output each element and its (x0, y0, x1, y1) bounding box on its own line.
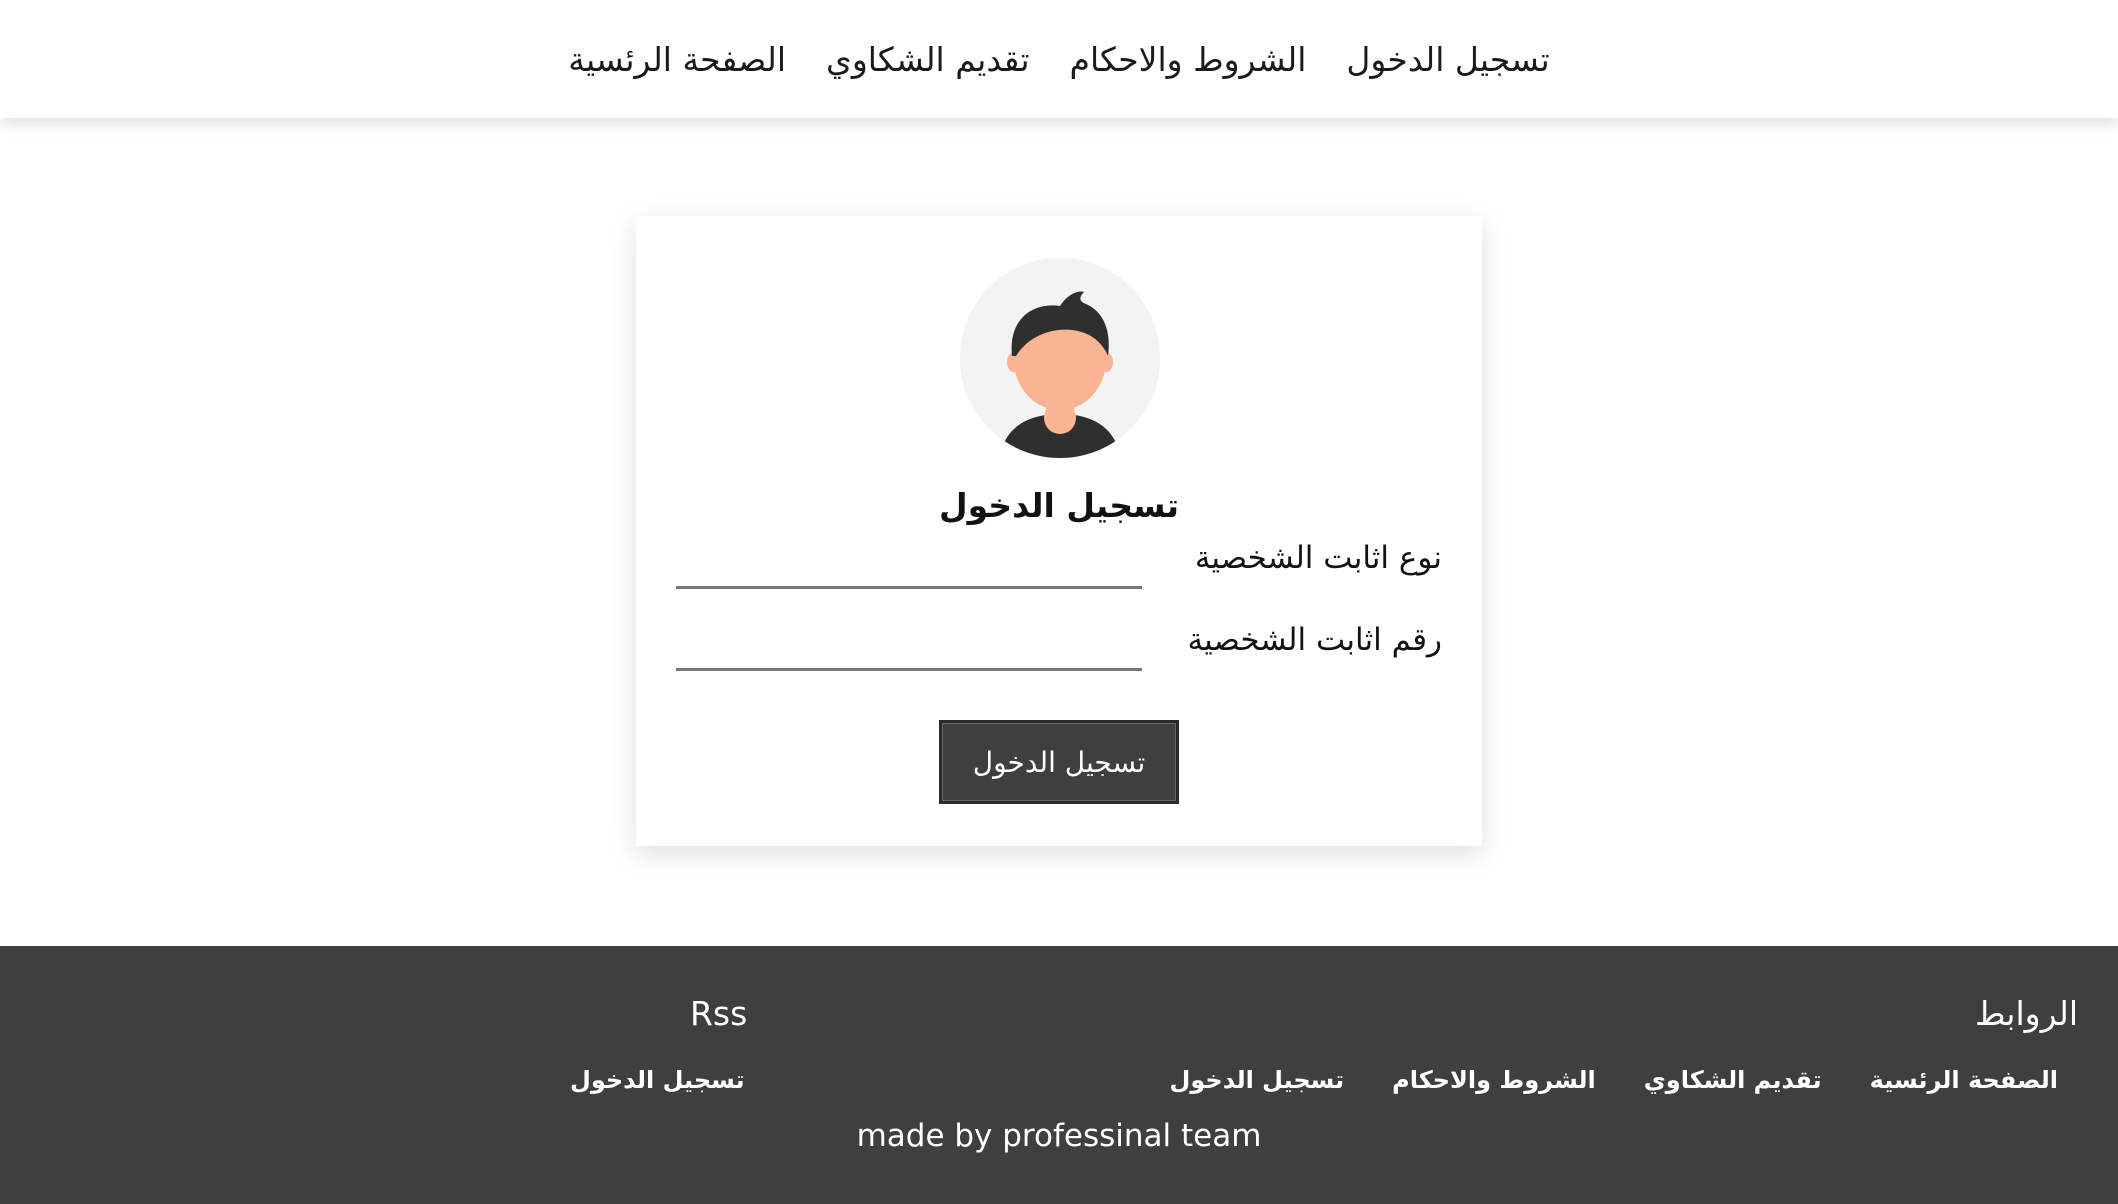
id-number-label: رقم اثابت الشخصية (1187, 622, 1442, 658)
nav-item-complaints[interactable]: تقديم الشكاوي (826, 40, 1030, 79)
nav-item-login[interactable]: تسجيل الدخول (1346, 40, 1549, 79)
top-navbar: الصفحة الرئسية تقديم الشكاوي الشروط والا… (0, 0, 2118, 118)
footer-link-login[interactable]: تسجيل الدخول (1170, 1066, 1345, 1094)
nav-item-terms[interactable]: الشروط والاحكام (1070, 40, 1307, 79)
id-type-input[interactable] (676, 542, 1142, 589)
footer-rss-heading: Rss (690, 994, 748, 1033)
footer-links-heading: الروابط (1974, 994, 2078, 1033)
footer-credit: made by professinal team (856, 1118, 1262, 1154)
footer-link-complaints[interactable]: تقديم الشكاوي (1644, 1066, 1822, 1094)
id-type-row: نوع اثابت الشخصية (676, 534, 1442, 594)
footer-link-terms[interactable]: الشروط والاحكام (1392, 1066, 1596, 1094)
footer-rss-link[interactable]: تسجيل الدخول (570, 1066, 745, 1094)
footer-link-home[interactable]: الصفحة الرئسية (1870, 1066, 2058, 1094)
nav-item-home[interactable]: الصفحة الرئسية (568, 40, 786, 79)
footer-links-list: الصفحة الرئسية تقديم الشكاوي الشروط والا… (1170, 1066, 2058, 1094)
user-avatar-icon (960, 258, 1160, 458)
login-card: تسجيل الدخول نوع اثابت الشخصية رقم اثابت… (636, 216, 1482, 846)
id-number-row: رقم اثابت الشخصية (676, 616, 1442, 676)
id-number-input[interactable] (676, 624, 1142, 671)
login-title: تسجيل الدخول (938, 486, 1180, 525)
id-type-label: نوع اثابت الشخصية (1194, 540, 1442, 576)
nav-list: الصفحة الرئسية تقديم الشكاوي الشروط والا… (0, 0, 2118, 118)
footer: الروابط Rss الصفحة الرئسية تقديم الشكاوي… (0, 946, 2118, 1204)
login-button[interactable]: تسجيل الدخول (939, 720, 1179, 804)
